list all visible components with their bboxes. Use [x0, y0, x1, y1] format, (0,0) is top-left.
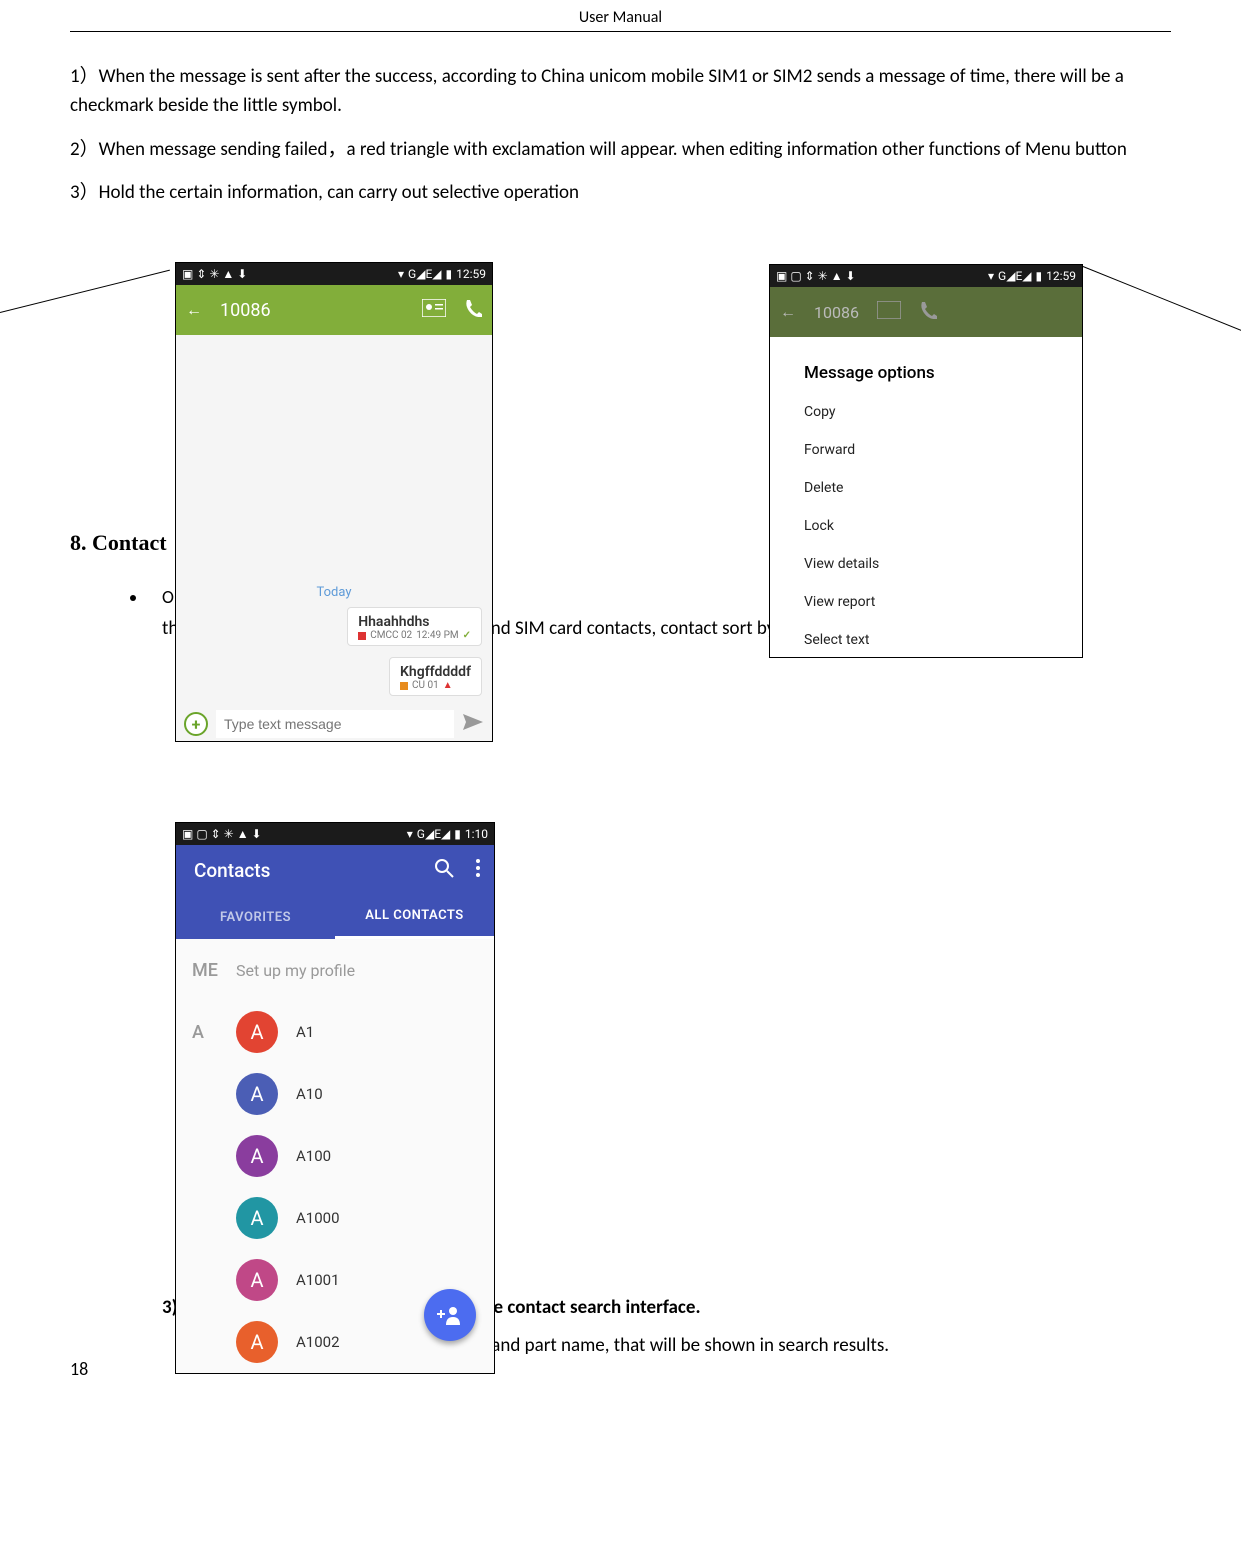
status-time: 12:59 [456, 267, 486, 281]
contact-card-icon [877, 301, 901, 323]
notif-icon: ▣ ▢ ⇕ ✳ ▲ ⬇ [776, 269, 856, 283]
option-lock[interactable]: Lock [784, 507, 1068, 545]
message-bubble-sent-2[interactable]: Khgffddddf CU 01 ▲ [389, 657, 482, 696]
contact-avatar: A [236, 1011, 278, 1053]
section-letter-me: ME [192, 960, 236, 981]
notif-icon: ▣ ⇕ ✳ ▲ ⬇ [182, 267, 247, 281]
sim-indicator-icon [358, 632, 366, 640]
option-delete[interactable]: Delete [784, 469, 1068, 507]
contact-card-icon[interactable] [422, 299, 446, 321]
carrier-label: CU 01 [412, 680, 439, 691]
phone-screenshot-messaging: ▣ ⇕ ✳ ▲ ⬇ ▾ G◢E◢ ▮ 12:59 ← 10086 Today H… [175, 262, 493, 742]
status-time: 1:10 [465, 827, 488, 841]
paragraph-2: 2）When message sending failed，a red tria… [70, 135, 1171, 164]
contact-avatar: A [236, 1135, 278, 1177]
add-contact-fab[interactable] [424, 1289, 476, 1341]
contacts-list[interactable]: ME Set up my profile AAA1AA10AA100AA1000… [176, 939, 494, 1374]
phone-screenshot-message-options: ▣ ▢ ⇕ ✳ ▲ ⬇ ▾ G◢E◢ ▮ 12:59 ← 10086 Messa… [769, 264, 1083, 658]
contact-row[interactable]: AA1003 [176, 1373, 494, 1374]
me-row[interactable]: ME Set up my profile [176, 939, 494, 1001]
message-options-popup: Message options Copy Forward Delete Lock… [784, 349, 1068, 658]
section-letter: A [192, 1022, 236, 1043]
back-icon[interactable]: ← [186, 300, 202, 320]
popup-title: Message options [784, 349, 1068, 393]
date-marker: Today [176, 585, 492, 600]
status-bar: ▣ ▢ ⇕ ✳ ▲ ⬇ ▾ G◢E◢ ▮ 1:10 [176, 823, 494, 845]
wifi-icon: ▾ [988, 269, 994, 283]
status-bar: ▣ ⇕ ✳ ▲ ⬇ ▾ G◢E◢ ▮ 12:59 [176, 263, 492, 285]
battery-icon: ▮ [446, 267, 453, 281]
contact-name: A1000 [296, 1209, 340, 1227]
contact-name: A100 [296, 1147, 331, 1165]
compose-bar: + [176, 705, 492, 742]
option-copy[interactable]: Copy [784, 393, 1068, 431]
contact-row[interactable]: A A10 [176, 1063, 494, 1125]
message-bubble-sent-1[interactable]: Hhaahhdhs CMCC 02 12:49 PM ✓ [347, 607, 482, 646]
notif-icon: ▣ ▢ ⇕ ✳ ▲ ⬇ [182, 827, 262, 841]
message-input[interactable] [216, 710, 454, 738]
phone-screenshot-contacts: ▣ ▢ ⇕ ✳ ▲ ⬇ ▾ G◢E◢ ▮ 1:10 Contacts FAVOR… [175, 822, 495, 1374]
messaging-topbar-dimmed: ← 10086 [770, 287, 1082, 337]
signal-icon: G◢E◢ [408, 267, 441, 281]
contact-row[interactable]: AA A1 [176, 1001, 494, 1063]
battery-icon: ▮ [1036, 269, 1043, 283]
contact-avatar: A [236, 1321, 278, 1363]
send-button[interactable] [462, 713, 484, 735]
contact-avatar: A [236, 1259, 278, 1301]
message-time: 12:49 PM [416, 630, 458, 641]
signal-icon: G◢E◢ [998, 269, 1031, 283]
add-attachment-button[interactable]: + [184, 712, 208, 736]
overflow-menu-icon[interactable] [476, 859, 480, 881]
contacts-tabs: FAVORITES ALL CONTACTS [176, 895, 494, 939]
contact-avatar: A [236, 1197, 278, 1239]
send-failed-icon: ▲ [443, 680, 453, 691]
contact-avatar: A [236, 1073, 278, 1115]
battery-icon: ▮ [454, 827, 461, 841]
phone-icon [919, 301, 937, 323]
contact-name: A1001 [296, 1271, 340, 1289]
search-icon[interactable] [434, 858, 454, 882]
message-text: Hhaahhdhs [358, 614, 471, 630]
contact-name: A1002 [296, 1333, 340, 1351]
message-text: Khgffddddf [400, 664, 471, 680]
paragraph-3: 3）Hold the certain information, can carr… [70, 178, 1171, 207]
header-title: User Manual [579, 8, 662, 27]
option-view-details[interactable]: View details [784, 545, 1068, 583]
message-area: Today Hhaahhdhs CMCC 02 12:49 PM ✓ Khgff… [176, 335, 492, 705]
messaging-topbar: ← 10086 [176, 285, 492, 335]
carrier-label: CMCC 02 [370, 630, 412, 641]
tab-favorites[interactable]: FAVORITES [176, 895, 335, 939]
contact-name: A1 [296, 1023, 314, 1041]
sent-checkmark-icon: ✓ [463, 630, 471, 641]
page-header: User Manual [70, 0, 1171, 32]
tab-all-contacts[interactable]: ALL CONTACTS [335, 895, 494, 939]
option-view-report[interactable]: View report [784, 583, 1068, 621]
wifi-icon: ▾ [407, 827, 413, 841]
status-time: 12:59 [1046, 269, 1076, 283]
back-icon: ← [780, 302, 796, 322]
contact-row[interactable]: A A100 [176, 1125, 494, 1187]
contacts-title: Contacts [194, 859, 270, 882]
signal-icon: G◢E◢ [417, 827, 450, 841]
conversation-title: 10086 [814, 303, 859, 322]
sim-indicator-icon [400, 682, 408, 690]
option-forward[interactable]: Forward [784, 431, 1068, 469]
phone-icon[interactable] [464, 299, 482, 321]
option-select-text[interactable]: Select text [784, 621, 1068, 658]
status-bar: ▣ ▢ ⇕ ✳ ▲ ⬇ ▾ G◢E◢ ▮ 12:59 [770, 265, 1082, 287]
contact-row[interactable]: A A1000 [176, 1187, 494, 1249]
contacts-topbar: Contacts [176, 845, 494, 895]
set-up-profile: Set up my profile [236, 961, 355, 980]
paragraph-1: 1）When the message is sent after the suc… [70, 62, 1171, 121]
wifi-icon: ▾ [398, 267, 404, 281]
contact-name: A10 [296, 1085, 323, 1103]
conversation-title: 10086 [220, 300, 404, 321]
page-number: 18 [70, 1358, 88, 1380]
